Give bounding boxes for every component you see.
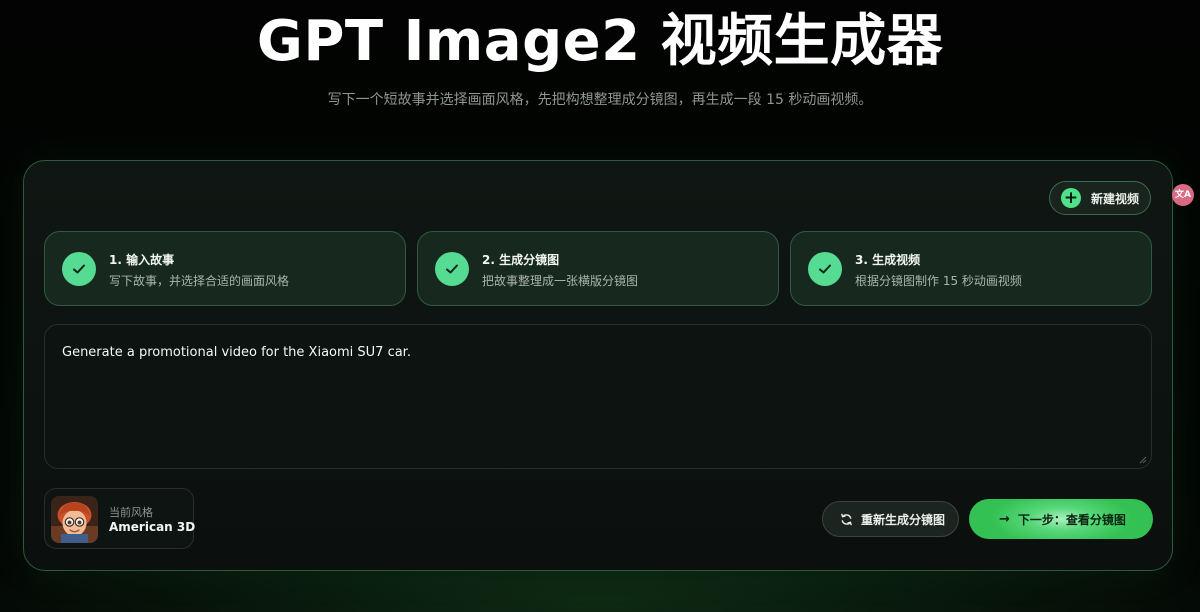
style-thumbnail — [51, 496, 98, 543]
regenerate-label: 重新生成分镜图 — [861, 512, 946, 527]
resize-handle-icon[interactable] — [1139, 456, 1147, 464]
page: GPT Image2 视频生成器 写下一个短故事并选择画面风格，先把构想整理成分… — [0, 0, 1200, 612]
step-title: 1. 输入故事 — [109, 253, 175, 267]
check-icon — [62, 252, 96, 286]
check-icon — [435, 252, 469, 286]
step-description: 把故事整理成一张横版分镜图 — [482, 274, 639, 288]
arrow-right-icon: → — [999, 511, 1010, 527]
step-title: 3. 生成视频 — [855, 253, 921, 267]
translate-icon[interactable]: 文A — [1172, 184, 1194, 206]
regenerate-storyboard-button[interactable]: 重新生成分镜图 — [822, 501, 959, 537]
step-card-input-story: 1. 输入故事 写下故事，并选择合适的画面风格 — [44, 231, 406, 306]
style-caption: 当前风格 — [109, 506, 153, 519]
new-video-button[interactable]: + 新建视频 — [1049, 181, 1151, 215]
page-title: GPT Image2 视频生成器 — [256, 9, 944, 74]
plus-circle-icon: + — [1061, 188, 1081, 208]
next-step-label: 下一步：查看分镜图 — [1017, 512, 1126, 527]
step-card-video: 3. 生成视频 根据分镜图制作 15 秒动画视频 — [790, 231, 1152, 306]
step-description: 写下故事，并选择合适的画面风格 — [109, 274, 290, 288]
step-description: 根据分镜图制作 15 秒动画视频 — [855, 274, 1022, 288]
page-subtitle: 写下一个短故事并选择画面风格，先把构想整理成分镜图，再生成一段 15 秒动画视频… — [327, 92, 873, 108]
story-input-value: Generate a promotional video for the Xia… — [62, 345, 411, 360]
step-title: 2. 生成分镜图 — [482, 253, 560, 267]
style-selector[interactable]: 当前风格 American 3D — [44, 488, 196, 549]
refresh-icon — [841, 513, 852, 525]
story-input[interactable]: Generate a promotional video for the Xia… — [44, 324, 1152, 469]
next-step-button[interactable]: → 下一步：查看分镜图 — [969, 499, 1153, 539]
style-name: American 3D — [109, 520, 196, 534]
new-video-label: 新建视频 — [1091, 191, 1140, 206]
check-icon — [808, 252, 842, 286]
step-card-storyboard: 2. 生成分镜图 把故事整理成一张横版分镜图 — [417, 231, 779, 306]
